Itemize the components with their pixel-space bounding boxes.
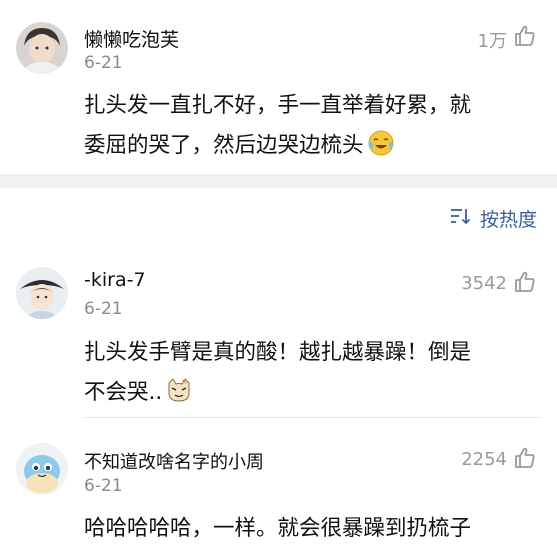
comment-line: 不会哭.. — [84, 373, 534, 413]
comment-date: 6-21 — [84, 53, 123, 73]
comment-text: 扎头发一直扎不好，手一直举着好累，就 委屈的哭了，然后边哭边梳头 — [84, 86, 534, 166]
comment-line: 哈哈哈哈哈，一样。就会很暴躁到扔梳子 — [84, 516, 472, 541]
thumb-up-icon[interactable] — [513, 270, 537, 294]
cat-face-emoji — [166, 377, 192, 403]
like-count: 2254 — [461, 449, 507, 470]
comment-line-text: 委屈的哭了，然后边哭边梳头 — [84, 133, 364, 158]
thumb-up-icon[interactable] — [513, 24, 537, 48]
comment-text: 哈哈哈哈哈，一样。就会很暴躁到扔梳子 — [84, 509, 534, 549]
commenter-name[interactable]: 不知道改啥名字的小周 — [84, 448, 264, 474]
avatar[interactable] — [16, 22, 68, 74]
commenter-name[interactable]: -kira-7 — [84, 269, 146, 291]
sort-icon — [450, 207, 472, 230]
crying-laughing-emoji — [368, 130, 394, 156]
commenter-name[interactable]: 懒懒吃泡芙 — [84, 25, 179, 52]
like-count: 1万 — [477, 31, 507, 52]
thumb-up-icon[interactable] — [513, 446, 537, 470]
comment-item: 懒懒吃泡芙 6-21 1万 扎头发一直扎不好，手一直举着好累，就 委屈的哭了，然… — [0, 0, 557, 170]
comment-line-text: 不会哭.. — [84, 380, 163, 405]
comment-line: 扎头发一直扎不好，手一直举着好累，就 — [84, 93, 472, 118]
comment-date: 6-21 — [84, 299, 123, 319]
section-divider — [0, 174, 557, 188]
comment-line: 扎头发手臂是真的酸！越扎越暴躁！倒是 — [84, 340, 472, 365]
comment-line: 委屈的哭了，然后边哭边梳头 — [84, 126, 534, 166]
comment-item: 不知道改啥名字的小周 6-21 2254 哈哈哈哈哈，一样。就会很暴躁到扔梳子 — [0, 418, 557, 555]
avatar[interactable] — [16, 443, 68, 495]
avatar[interactable] — [16, 267, 68, 319]
comment-text: 扎头发手臂是真的酸！越扎越暴躁！倒是 不会哭.. — [84, 333, 534, 413]
comment-item: -kira-7 6-21 3542 扎头发手臂是真的酸！越扎越暴躁！倒是 不会哭… — [0, 245, 557, 415]
sort-label: 按热度 — [479, 209, 537, 231]
comment-date: 6-21 — [84, 476, 123, 496]
sort-toggle[interactable]: 按热度 — [450, 205, 537, 232]
like-count: 3542 — [461, 273, 507, 294]
